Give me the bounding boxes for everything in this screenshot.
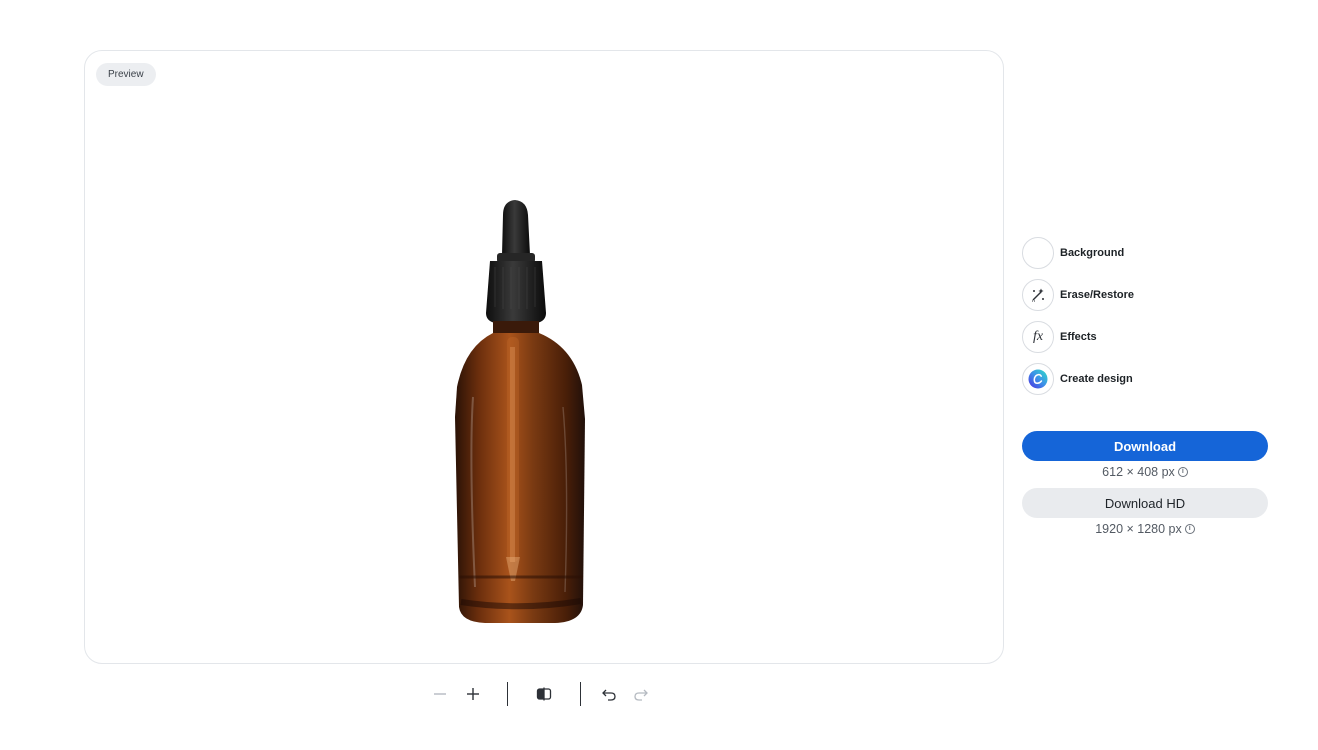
redo-button[interactable] bbox=[627, 681, 655, 707]
background-label: Background bbox=[1060, 247, 1125, 259]
compare-split-icon bbox=[536, 687, 552, 701]
info-icon[interactable]: i bbox=[1184, 524, 1195, 534]
info-icon[interactable]: i bbox=[1177, 467, 1188, 477]
undo-icon bbox=[602, 689, 616, 701]
plus-icon bbox=[467, 688, 479, 700]
redo-icon bbox=[634, 689, 648, 701]
fx-icon: fx bbox=[1022, 321, 1054, 353]
zoom-in-button[interactable] bbox=[459, 681, 487, 707]
erase-restore-label: Erase/Restore bbox=[1060, 289, 1134, 301]
preview-toolbar bbox=[425, 678, 665, 710]
magic-wand-icon bbox=[1022, 279, 1054, 311]
zoom-out-button[interactable] bbox=[426, 681, 454, 707]
create-design-option[interactable]: Create design bbox=[1022, 362, 1222, 396]
download-size: 612 × 408 px bbox=[1102, 465, 1175, 479]
preview-canvas: Preview bbox=[84, 50, 1004, 664]
effects-label: Effects bbox=[1060, 331, 1097, 343]
toolbar-divider bbox=[507, 682, 508, 706]
toolbar-divider bbox=[580, 682, 581, 706]
erase-restore-option[interactable]: Erase/Restore bbox=[1022, 278, 1222, 312]
download-button[interactable]: Download bbox=[1022, 431, 1268, 461]
effects-option[interactable]: fx Effects bbox=[1022, 320, 1222, 354]
create-design-label: Create design bbox=[1060, 373, 1133, 385]
undo-button[interactable] bbox=[595, 681, 623, 707]
download-hd-size-note: 1920 × 1280 px i bbox=[1022, 522, 1268, 536]
product-image-dropper-bottle bbox=[455, 200, 585, 623]
download-hd-button[interactable]: Download HD bbox=[1022, 488, 1268, 518]
minus-icon bbox=[434, 693, 446, 695]
compare-button[interactable] bbox=[530, 681, 558, 707]
canva-logo-icon bbox=[1022, 363, 1054, 395]
fx-glyph: fx bbox=[1032, 329, 1044, 344]
background-option[interactable]: Background bbox=[1022, 236, 1222, 270]
preview-badge: Preview bbox=[96, 63, 156, 86]
download-size-note: 612 × 408 px i bbox=[1022, 465, 1268, 479]
download-hd-size: 1920 × 1280 px bbox=[1095, 522, 1182, 536]
background-swatch-icon bbox=[1022, 237, 1054, 269]
